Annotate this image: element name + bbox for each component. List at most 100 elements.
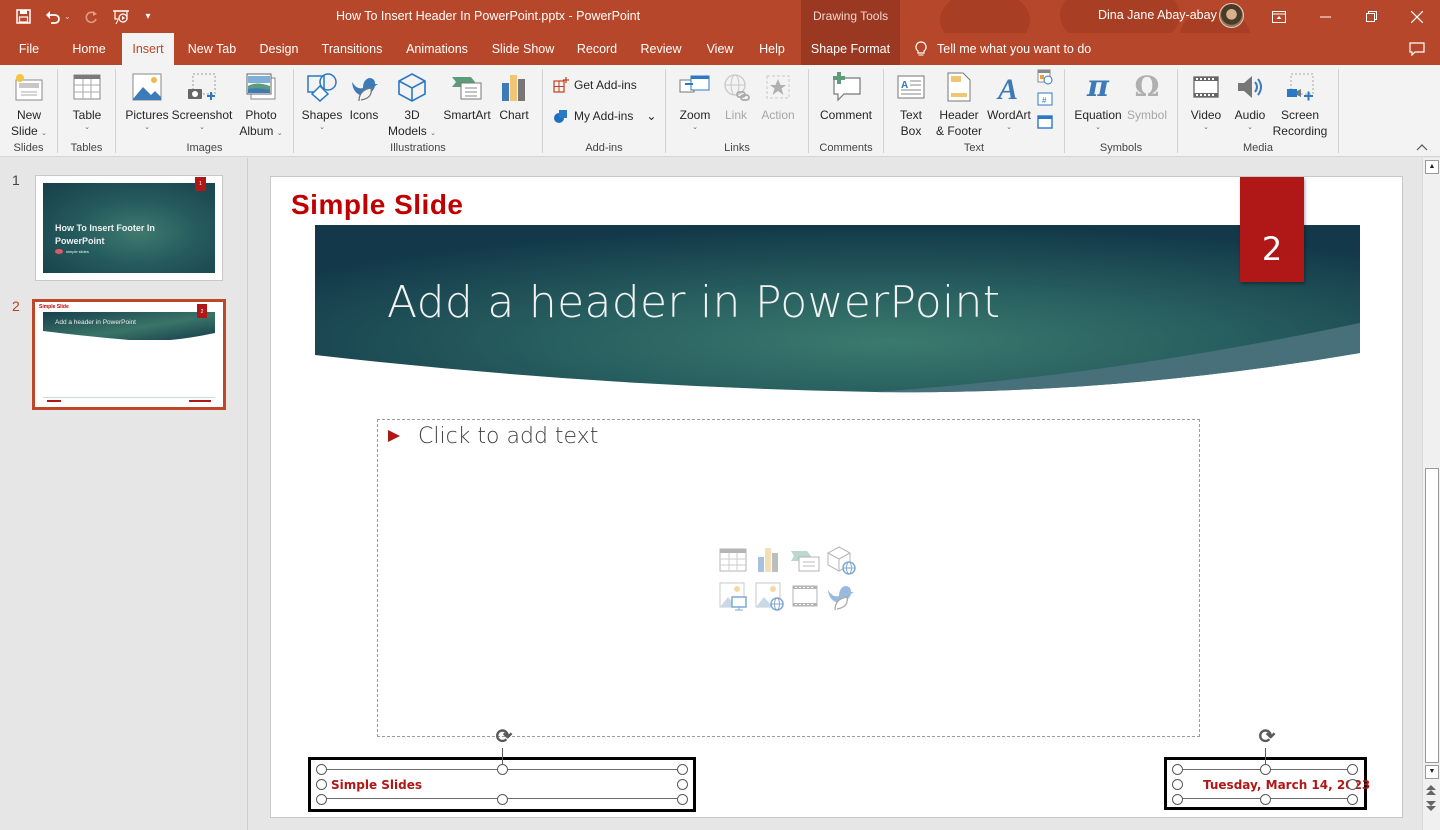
insert-chart-icon[interactable]: [754, 545, 784, 575]
screen-recording-label: Screen: [1280, 108, 1320, 122]
resize-handle[interactable]: [1347, 779, 1358, 790]
tab-transitions[interactable]: Transitions: [318, 33, 386, 65]
resize-handle[interactable]: [497, 794, 508, 805]
3d-models-button[interactable]: 3D Models ⌄: [386, 67, 438, 139]
slide-thumbnail-1[interactable]: 1 How To Insert Footer In PowerPoint sim…: [35, 175, 223, 281]
new-slide-label-2: Slide ⌄: [11, 123, 47, 139]
photo-album-button[interactable]: Photo Album ⌄: [236, 67, 286, 139]
redo-button[interactable]: [78, 4, 104, 30]
new-slide-button[interactable]: New Slide ⌄: [6, 67, 52, 139]
icons-button[interactable]: Icons: [344, 67, 384, 123]
resize-handle[interactable]: [1347, 794, 1358, 805]
insert-3d-model-icon[interactable]: [826, 545, 856, 575]
resize-handle[interactable]: [316, 794, 327, 805]
resize-handle[interactable]: [677, 779, 688, 790]
resize-handle[interactable]: [316, 764, 327, 775]
header-footer-button[interactable]: Header & Footer: [932, 67, 986, 139]
insert-video-icon[interactable]: [790, 581, 820, 611]
rotate-handle[interactable]: ⟳: [1256, 726, 1278, 748]
smartart-button[interactable]: SmartArt: [440, 67, 494, 123]
undo-dropdown-icon[interactable]: ⌄: [64, 12, 74, 21]
insert-stock-images-icon[interactable]: [718, 581, 748, 611]
save-button[interactable]: [10, 4, 36, 30]
resize-handle[interactable]: [677, 794, 688, 805]
shapes-button[interactable]: Shapes ⌄: [300, 67, 344, 133]
slide-canvas[interactable]: Simple Slide Add a header in PowerPoint …: [270, 176, 1403, 818]
customize-qat-button[interactable]: ▾: [138, 4, 158, 30]
close-button[interactable]: [1394, 0, 1440, 33]
text-box-button[interactable]: A Text Box: [890, 67, 932, 139]
undo-button[interactable]: [40, 4, 66, 30]
insert-icons-icon[interactable]: [826, 581, 856, 611]
screen-recording-button[interactable]: Screen Recording: [1272, 67, 1328, 139]
resize-handle[interactable]: [497, 764, 508, 775]
pictures-button[interactable]: Pictures ⌄: [122, 67, 172, 133]
user-name[interactable]: Dina Jane Abay-abay: [1098, 8, 1217, 22]
date-text[interactable]: Tuesday, March 14, 2023: [1203, 778, 1370, 792]
resize-handle[interactable]: [1260, 764, 1271, 775]
resize-handle[interactable]: [1172, 764, 1183, 775]
my-addins-button[interactable]: My Add-ins ⌄: [553, 108, 656, 124]
slide-thumbnail-2[interactable]: Simple Slide 2 Add a header in PowerPoin…: [32, 299, 226, 410]
tab-record[interactable]: Record: [572, 33, 622, 65]
resize-handle[interactable]: [1172, 794, 1183, 805]
wordart-button[interactable]: A WordArt ⌄: [984, 67, 1034, 133]
equation-button[interactable]: π Equation ⌄: [1071, 67, 1125, 133]
comments-pane-button[interactable]: [1406, 38, 1428, 60]
insert-table-icon[interactable]: [718, 545, 748, 575]
chart-button[interactable]: Chart: [494, 67, 534, 123]
screenshot-button[interactable]: Screenshot ⌄: [172, 67, 232, 133]
tab-file[interactable]: File: [10, 33, 48, 65]
scrollbar-thumb[interactable]: [1425, 468, 1439, 763]
comment-button[interactable]: Comment: [817, 67, 875, 123]
scroll-down-button[interactable]: ▼: [1425, 765, 1439, 779]
video-button[interactable]: Video ⌄: [1184, 67, 1228, 133]
restore-button[interactable]: [1348, 0, 1394, 33]
footer-text[interactable]: Simple Slides: [331, 778, 422, 792]
scroll-up-button[interactable]: ▲: [1425, 160, 1439, 174]
tab-review[interactable]: Review: [636, 33, 686, 65]
slide-title[interactable]: Add a header in PowerPoint: [387, 277, 1000, 328]
insert-online-pictures-icon[interactable]: [754, 581, 784, 611]
ribbon-display-options-button[interactable]: [1256, 0, 1302, 33]
tab-insert[interactable]: Insert: [122, 33, 174, 65]
tab-help[interactable]: Help: [752, 33, 792, 65]
tab-slide-show[interactable]: Slide Show: [488, 33, 558, 65]
equation-label: Equation: [1074, 108, 1122, 122]
slide-number-button[interactable]: #: [1037, 92, 1053, 106]
next-slide-button[interactable]: [1426, 800, 1436, 816]
collapse-ribbon-button[interactable]: [1416, 140, 1428, 154]
brand-logo-icon: [55, 249, 63, 254]
table-button[interactable]: Table ⌄: [66, 67, 108, 133]
resize-handle[interactable]: [1347, 764, 1358, 775]
symbol-button[interactable]: Ω Symbol: [1123, 67, 1171, 123]
resize-handle[interactable]: [677, 764, 688, 775]
header-footer-label-2: & Footer: [935, 124, 983, 138]
insert-smartart-icon[interactable]: [790, 545, 820, 575]
link-button[interactable]: Link: [718, 67, 754, 123]
action-button[interactable]: Action: [756, 67, 800, 123]
zoom-button[interactable]: Zoom ⌄: [674, 67, 716, 133]
date-time-button[interactable]: [1037, 69, 1053, 85]
previous-slide-button[interactable]: [1426, 785, 1436, 801]
tab-new-tab[interactable]: New Tab: [182, 33, 242, 65]
tab-home[interactable]: Home: [64, 33, 114, 65]
object-button[interactable]: [1037, 115, 1053, 129]
slide-brand-text[interactable]: Simple Slide: [291, 189, 464, 221]
resize-handle[interactable]: [1260, 794, 1271, 805]
audio-button[interactable]: Audio ⌄: [1228, 67, 1272, 133]
avatar[interactable]: [1219, 3, 1244, 28]
resize-handle[interactable]: [1172, 779, 1183, 790]
minimize-button[interactable]: [1302, 0, 1348, 33]
start-from-beginning-button[interactable]: [108, 4, 134, 30]
tell-me-search[interactable]: Tell me what you want to do: [915, 33, 1091, 65]
content-placeholder[interactable]: Click to add text: [377, 419, 1200, 737]
get-addins-button[interactable]: Get Add-ins: [553, 77, 637, 93]
tab-animations[interactable]: Animations: [400, 33, 474, 65]
tab-design[interactable]: Design: [254, 33, 304, 65]
resize-handle[interactable]: [316, 779, 327, 790]
tab-shape-format[interactable]: Shape Format: [801, 33, 900, 65]
tab-view[interactable]: View: [700, 33, 740, 65]
rotate-handle[interactable]: ⟳: [493, 726, 515, 748]
vertical-scrollbar[interactable]: ▲ ▼: [1422, 158, 1440, 830]
